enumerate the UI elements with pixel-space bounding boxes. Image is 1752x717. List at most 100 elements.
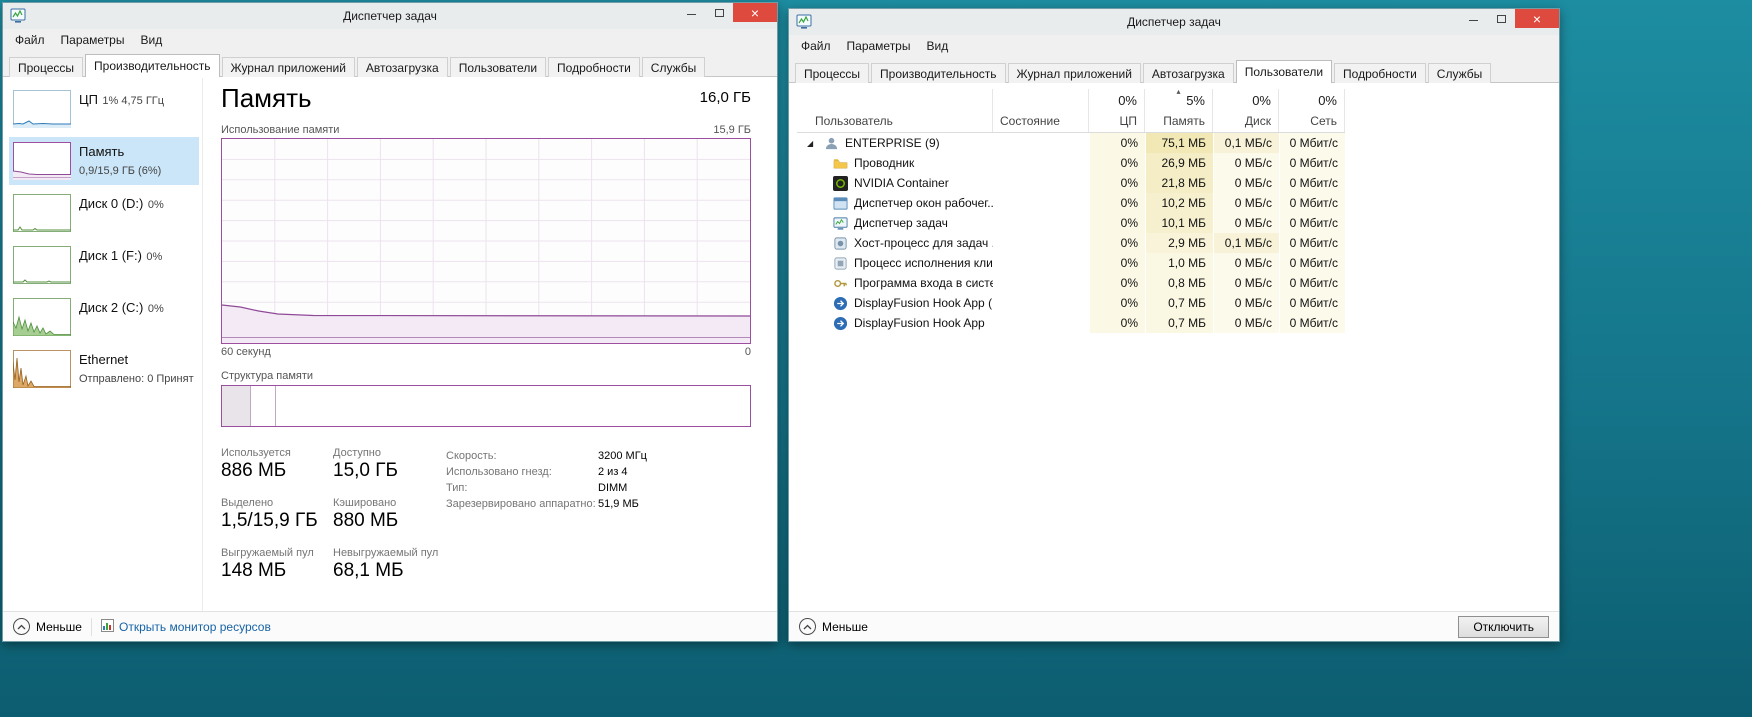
memory-usage-max: 15,9 ГБ: [713, 124, 751, 136]
logon-key-icon: [833, 276, 848, 291]
tab-startup[interactable]: Автозагрузка: [1142, 63, 1234, 83]
titlebar[interactable]: Диспетчер задач ×: [789, 9, 1559, 35]
reserved-label: Зарезервировано аппаратно:: [446, 498, 596, 510]
available-value: 15,0 ГБ: [333, 460, 399, 481]
column-header-status[interactable]: Состояние: [993, 89, 1089, 132]
memory-stats: Используется Доступно 886 МБ 15,0 ГБ Выд…: [221, 447, 446, 582]
maximize-button[interactable]: [1487, 9, 1515, 28]
memory-panel: Память 16,0 ГБ Использование памяти 15,9…: [203, 77, 777, 611]
tab-services[interactable]: Службы: [641, 57, 706, 77]
minimize-button[interactable]: [677, 3, 705, 22]
fewer-details-button[interactable]: Меньше: [13, 618, 82, 635]
slots-value: 2 из 4: [598, 466, 628, 478]
paged-value: 148 МБ: [221, 560, 287, 581]
titlebar[interactable]: Диспетчер задач ×: [3, 3, 777, 29]
column-header-user[interactable]: Пользователь: [797, 89, 993, 132]
performance-sidebar: ЦП 1% 4,75 ГГц Память 0,9/15,9 ГБ (6%) Д…: [3, 77, 203, 611]
tab-users[interactable]: Пользователи: [449, 57, 547, 77]
sidebar-disk2-detail: 0%: [147, 303, 164, 315]
tab-details[interactable]: Подробности: [1334, 63, 1426, 83]
status-bar: Меньше Открыть монитор ресурсов: [3, 611, 777, 641]
expand-icon[interactable]: ◢: [807, 139, 818, 148]
cached-label: Кэшировано: [333, 497, 397, 509]
cpu-mini-graph: [12, 90, 71, 128]
nonpaged-value: 68,1 МБ: [333, 560, 404, 581]
menu-view[interactable]: Вид: [132, 31, 170, 49]
tab-bar: Процессы Производительность Журнал прило…: [3, 51, 777, 77]
type-value: DIMM: [598, 482, 628, 494]
resource-monitor-icon: [100, 618, 114, 635]
slots-label: Использовано гнезд:: [446, 466, 552, 478]
table-row-dwm[interactable]: Диспетчер окон рабочег... 0% 10,2 МБ 0 М…: [797, 193, 1345, 213]
fewer-details-button[interactable]: Меньше: [799, 618, 868, 635]
menubar: Файл Параметры Вид: [789, 35, 1559, 57]
close-button[interactable]: ×: [733, 3, 777, 22]
inuse-value: 886 МБ: [221, 460, 287, 481]
status-cell: [993, 133, 1089, 153]
sidebar-disk0-name: Диск 0 (D:): [79, 196, 144, 211]
sidebar-item-cpu[interactable]: ЦП 1% 4,75 ГГц: [9, 85, 199, 133]
sidebar-item-disk2[interactable]: Диск 2 (C:) 0%: [9, 293, 199, 341]
disk2-mini-graph: [12, 298, 72, 337]
table-row-explorer[interactable]: Проводник 0% 26,9 МБ 0 МБ/с 0 Мбит/с: [797, 153, 1345, 173]
sidebar-ethernet-name: Ethernet: [79, 352, 129, 367]
sidebar-item-disk0[interactable]: Диск 0 (D:) 0%: [9, 189, 199, 237]
process-icon: [833, 256, 848, 271]
sidebar-item-ethernet[interactable]: Ethernet Отправлено: 0 Принят: [9, 345, 199, 393]
table-row-csrss[interactable]: Процесс исполнения кли... 0% 1,0 МБ 0 МБ…: [797, 253, 1345, 273]
open-resource-monitor-link[interactable]: Открыть монитор ресурсов: [100, 618, 271, 635]
sidebar-item-memory[interactable]: Память 0,9/15,9 ГБ (6%): [9, 137, 199, 185]
displayfusion-icon: [833, 316, 848, 331]
footer-divider: [90, 617, 92, 636]
folder-icon: [833, 156, 848, 171]
menu-options[interactable]: Параметры: [53, 31, 133, 49]
column-header-memory[interactable]: ▴ 5% Память: [1145, 87, 1213, 132]
speed-label: Скорость:: [446, 450, 497, 462]
cached-value: 880 МБ: [333, 510, 399, 531]
sidebar-disk0-detail: 0%: [147, 199, 164, 211]
minimize-icon: [1468, 20, 1478, 21]
sidebar-memory-detail: 0,9/15,9 ГБ (6%): [79, 165, 162, 177]
chevron-up-icon: [799, 618, 816, 635]
tab-app-history[interactable]: Журнал приложений: [1007, 63, 1141, 83]
table-row-task-manager[interactable]: Диспетчер задач 0% 10,1 МБ 0 МБ/с 0 Мбит…: [797, 213, 1345, 233]
nvidia-icon: [833, 175, 848, 191]
ethernet-mini-graph: [12, 350, 72, 389]
table-row-winlogon[interactable]: Программа входа в систе... 0% 0,8 МБ 0 М…: [797, 273, 1345, 293]
table-row-displayfusion-2[interactable]: DisplayFusion Hook App 0% 0,7 МБ 0 МБ/с …: [797, 313, 1345, 333]
tab-performance[interactable]: Производительность: [85, 54, 220, 77]
table-row-nvidia-container[interactable]: NVIDIA Container 0% 21,8 МБ 0 МБ/с 0 Мби…: [797, 173, 1345, 193]
users-table: Пользователь Состояние 0% ЦП ▴ 5% Память: [797, 87, 1345, 333]
table-row-displayfusion-1[interactable]: DisplayFusion Hook App (... 0% 0,7 МБ 0 …: [797, 293, 1345, 313]
close-icon: ×: [1532, 10, 1542, 27]
column-header-disk[interactable]: 0% Диск: [1213, 89, 1279, 132]
maximize-button[interactable]: [705, 3, 733, 22]
tab-processes[interactable]: Процессы: [795, 63, 870, 83]
memory-composition-bar: [221, 385, 751, 427]
minimize-button[interactable]: [1459, 9, 1487, 28]
column-header-cpu[interactable]: 0% ЦП: [1089, 89, 1145, 132]
tab-users[interactable]: Пользователи: [1235, 60, 1333, 83]
menu-file[interactable]: Файл: [793, 37, 839, 55]
window-controls: ×: [1459, 9, 1559, 28]
menu-file[interactable]: Файл: [7, 31, 53, 49]
tab-startup[interactable]: Автозагрузка: [356, 57, 448, 77]
table-row-user-group[interactable]: ◢ ENTERPRISE (9) 0% 75,1 МБ 0,1 МБ/с 0 М…: [797, 133, 1345, 153]
sidebar-item-disk1[interactable]: Диск 1 (F:) 0%: [9, 241, 199, 289]
memory-mini-graph: [12, 142, 71, 180]
tab-app-history[interactable]: Журнал приложений: [221, 57, 355, 77]
sidebar-cpu-name: ЦП: [79, 92, 98, 107]
menu-options[interactable]: Параметры: [839, 37, 919, 55]
tab-processes[interactable]: Процессы: [9, 57, 84, 77]
close-button[interactable]: ×: [1515, 9, 1559, 28]
tab-details[interactable]: Подробности: [548, 57, 640, 77]
displayfusion-icon: [833, 296, 848, 311]
table-row-task-host[interactable]: Хост-процесс для задач ... 0% 2,9 МБ 0,1…: [797, 233, 1345, 253]
disconnect-button[interactable]: Отключить: [1458, 615, 1549, 638]
composition-inuse-segment: [222, 386, 251, 426]
paged-label: Выгружаемый пул: [221, 547, 314, 559]
tab-performance[interactable]: Производительность: [871, 63, 1006, 83]
tab-services[interactable]: Службы: [1427, 63, 1492, 83]
menu-view[interactable]: Вид: [918, 37, 956, 55]
column-header-network[interactable]: 0% Сеть: [1279, 89, 1345, 132]
